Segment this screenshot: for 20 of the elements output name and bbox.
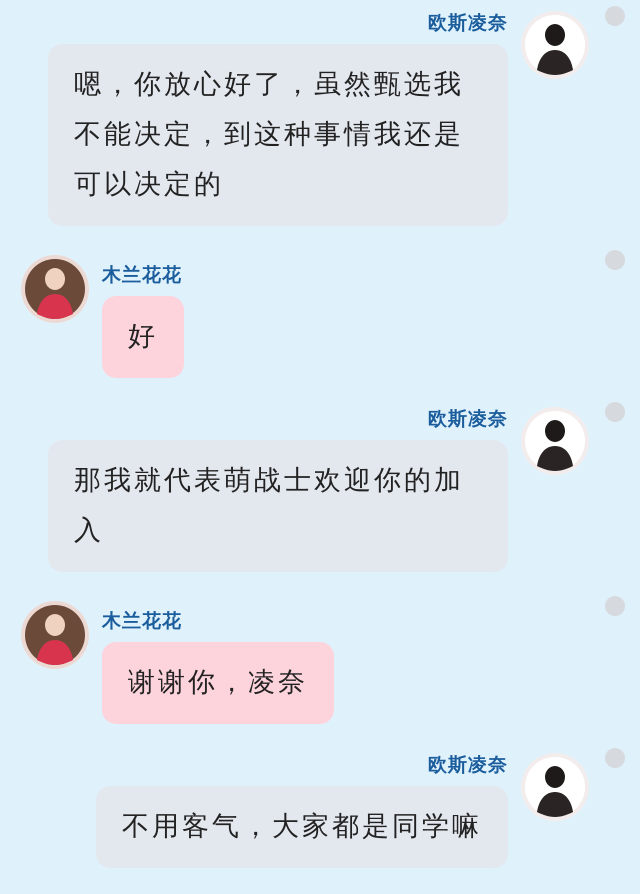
message-bubble: 好: [102, 296, 184, 378]
avatar-icon: [20, 600, 90, 670]
message-bubble: 不用客气，大家都是同学嘛: [96, 786, 508, 868]
select-circle-icon[interactable]: [605, 748, 625, 768]
sender-name: 欧斯凌奈: [428, 753, 508, 778]
select-circle-icon[interactable]: [605, 596, 625, 616]
message-bubble: 那我就代表萌战士欢迎你的加入: [48, 440, 508, 572]
avatar-icon: [520, 406, 590, 476]
sender-name: 木兰花花: [102, 263, 182, 288]
select-circle-icon[interactable]: [605, 250, 625, 270]
sender-name: 欧斯凌奈: [428, 11, 508, 36]
message-bubble: 谢谢你，凌奈: [102, 642, 334, 724]
sender-name: 木兰花花: [102, 609, 182, 634]
sender-name: 欧斯凌奈: [428, 407, 508, 432]
message-bubble: 嗯，你放心好了，虽然甄选我不能决定，到这种事情我还是可以决定的: [48, 44, 508, 226]
select-circle-icon[interactable]: [605, 402, 625, 422]
avatar-icon: [520, 10, 590, 80]
avatar-icon: [520, 752, 590, 822]
select-circle-icon[interactable]: [605, 6, 625, 26]
avatar-icon: [20, 254, 90, 324]
